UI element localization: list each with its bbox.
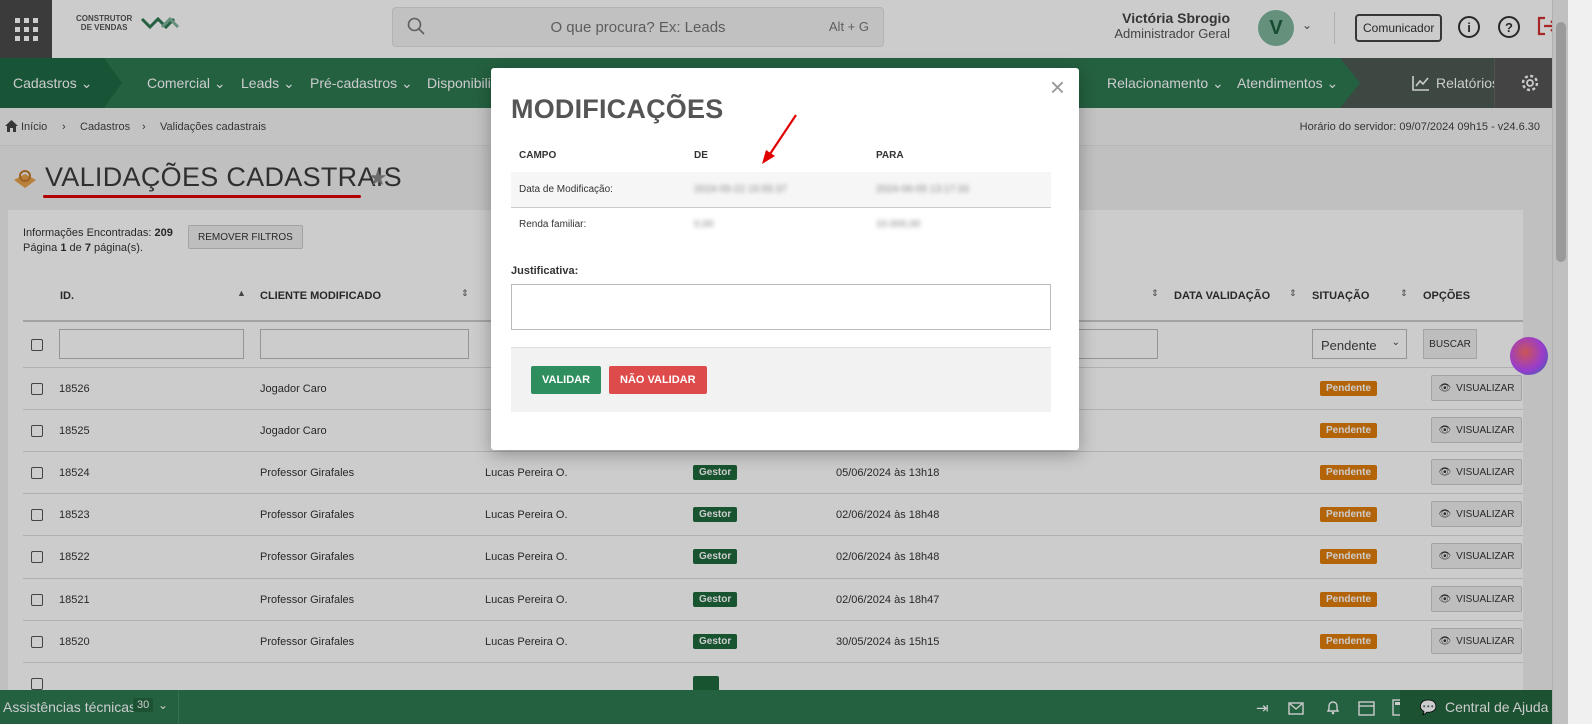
mod-from: 0,00: [694, 219, 714, 230]
not-validate-button[interactable]: NÃO VALIDAR: [609, 366, 707, 394]
mod-from: 2024-05-22 15:55:37: [694, 184, 787, 195]
modal-title: MODIFICAÇÕES: [511, 94, 724, 124]
justification-label: Justificativa:: [511, 265, 579, 277]
modal-actions: VALIDAR NÃO VALIDAR: [511, 347, 1051, 412]
col-header-from: DE: [694, 150, 708, 161]
modification-row: Data de Modificação: 2024-05-22 15:55:37…: [511, 172, 1051, 207]
col-header-field: CAMPO: [519, 150, 557, 161]
close-icon[interactable]: ×: [1050, 74, 1065, 100]
modification-row: Renda familiar: 0,00 10.000,00: [511, 207, 1051, 242]
validate-button[interactable]: VALIDAR: [531, 366, 602, 394]
annotation-arrow-icon: [762, 114, 797, 164]
mod-to: 10.000,00: [876, 219, 921, 230]
mod-field: Renda familiar:: [519, 219, 587, 230]
mod-to: 2024-06-05 13:17:33: [876, 184, 969, 195]
mod-field: Data de Modificação:: [519, 184, 613, 195]
justification-textarea[interactable]: [511, 284, 1051, 330]
col-header-to: PARA: [876, 150, 904, 161]
